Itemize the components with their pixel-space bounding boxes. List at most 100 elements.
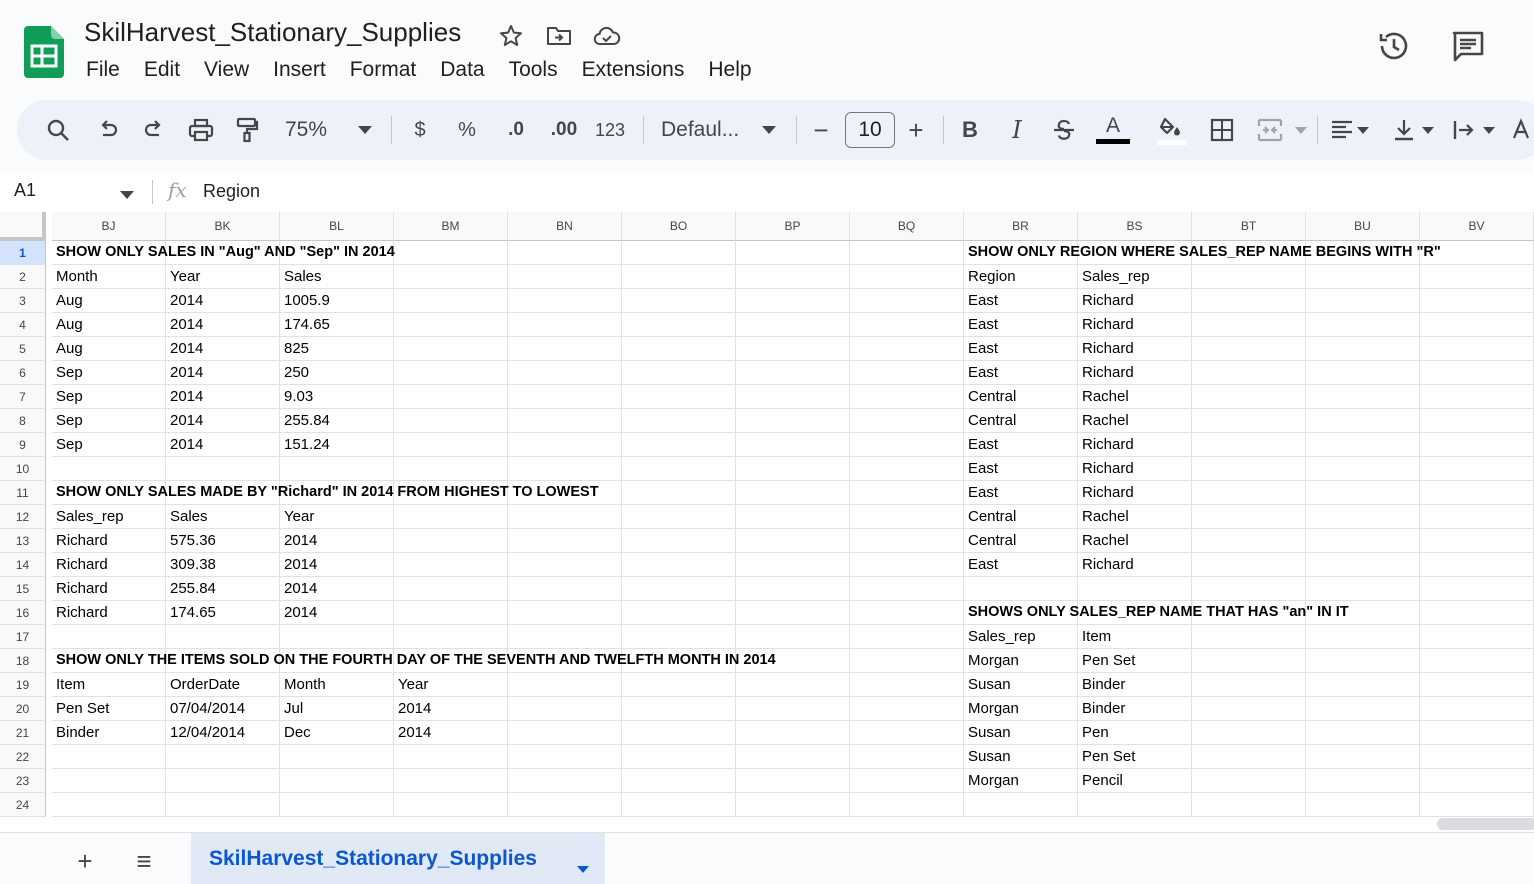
row-header-5[interactable]: 5	[0, 337, 46, 361]
row-header-7[interactable]: 7	[0, 385, 46, 409]
column-header-bs[interactable]: BS	[1078, 212, 1192, 241]
cell-bv2[interactable]	[1420, 265, 1534, 289]
cell-bt7[interactable]	[1192, 385, 1306, 409]
cell-bv3[interactable]	[1420, 289, 1534, 313]
cell-bv15[interactable]	[1420, 577, 1534, 601]
cell-bq17[interactable]	[850, 625, 964, 649]
cell-bv18[interactable]	[1420, 649, 1534, 673]
version-history-icon[interactable]	[1376, 28, 1412, 64]
cell-bu15[interactable]	[1306, 577, 1420, 601]
row-header-22[interactable]: 22	[0, 745, 46, 769]
cell-br3[interactable]: East	[964, 289, 1078, 313]
column-header-br[interactable]: BR	[964, 212, 1078, 241]
cell-bt8[interactable]	[1192, 409, 1306, 433]
cell-bt2[interactable]	[1192, 265, 1306, 289]
cell-bv11[interactable]	[1420, 481, 1534, 505]
cell-br24[interactable]	[964, 793, 1078, 817]
cell-bj6[interactable]: Sep	[52, 361, 166, 385]
menu-tools[interactable]: Tools	[497, 56, 570, 84]
cell-bo3[interactable]	[622, 289, 736, 313]
cell-bp14[interactable]	[736, 553, 850, 577]
cell-bk24[interactable]	[166, 793, 280, 817]
cell-bk20[interactable]: 07/04/2014	[166, 697, 280, 721]
cell-bl5[interactable]: 825	[280, 337, 394, 361]
cell-bq3[interactable]	[850, 289, 964, 313]
cell-bv22[interactable]	[1420, 745, 1534, 769]
cell-br13[interactable]: Central	[964, 529, 1078, 553]
cell-bt3[interactable]	[1192, 289, 1306, 313]
cell-bo17[interactable]	[622, 625, 736, 649]
cell-bq8[interactable]	[850, 409, 964, 433]
cell-bs5[interactable]: Richard	[1078, 337, 1192, 361]
cell-bn14[interactable]	[508, 553, 622, 577]
cloud-saved-icon[interactable]	[593, 22, 621, 50]
text-rotation-icon[interactable]	[1511, 112, 1531, 148]
cell-bo20[interactable]	[622, 697, 736, 721]
cell-bn17[interactable]	[508, 625, 622, 649]
cell-bl19[interactable]: Month	[280, 673, 394, 697]
percent-format-button[interactable]: %	[454, 112, 480, 148]
cell-bu5[interactable]	[1306, 337, 1420, 361]
cell-bs22[interactable]: Pen Set	[1078, 745, 1192, 769]
cell-bl3[interactable]: 1005.9	[280, 289, 394, 313]
cell-bm7[interactable]	[394, 385, 508, 409]
column-header-bj[interactable]: BJ	[52, 212, 166, 241]
cell-bk4[interactable]: 2014	[166, 313, 280, 337]
cell-bv13[interactable]	[1420, 529, 1534, 553]
cell-bo8[interactable]	[622, 409, 736, 433]
cell-bo19[interactable]	[622, 673, 736, 697]
cell-bp4[interactable]	[736, 313, 850, 337]
cell-bs10[interactable]: Richard	[1078, 457, 1192, 481]
cell-br18[interactable]: Morgan	[964, 649, 1078, 673]
cell-bk13[interactable]: 575.36	[166, 529, 280, 553]
cell-bt15[interactable]	[1192, 577, 1306, 601]
cell-area[interactable]: SHOW ONLY SALES IN "Aug" AND "Sep" IN 20…	[52, 241, 1534, 817]
cell-bv16[interactable]	[1420, 601, 1534, 625]
cell-bp24[interactable]	[736, 793, 850, 817]
row-header-15[interactable]: 15	[0, 577, 46, 601]
cell-bo15[interactable]	[622, 577, 736, 601]
cell-bp6[interactable]	[736, 361, 850, 385]
cell-bk15[interactable]: 255.84	[166, 577, 280, 601]
cell-bn12[interactable]	[508, 505, 622, 529]
cell-bj22[interactable]	[52, 745, 166, 769]
cell-bq11[interactable]	[850, 481, 964, 505]
cell-bv9[interactable]	[1420, 433, 1534, 457]
cell-bl12[interactable]: Year	[280, 505, 394, 529]
cell-bn22[interactable]	[508, 745, 622, 769]
cell-bq21[interactable]	[850, 721, 964, 745]
font-dropdown-icon[interactable]	[759, 112, 779, 148]
cell-br20[interactable]: Morgan	[964, 697, 1078, 721]
cell-bq18[interactable]	[850, 649, 964, 673]
print-icon[interactable]	[184, 112, 218, 148]
wrap-dropdown-icon[interactable]	[1481, 112, 1497, 148]
cell-bt9[interactable]	[1192, 433, 1306, 457]
cell-bv10[interactable]	[1420, 457, 1534, 481]
cell-bu24[interactable]	[1306, 793, 1420, 817]
cell-bu10[interactable]	[1306, 457, 1420, 481]
cell-bv19[interactable]	[1420, 673, 1534, 697]
cell-bu11[interactable]	[1306, 481, 1420, 505]
name-box[interactable]: A1	[14, 180, 36, 201]
cell-bu21[interactable]	[1306, 721, 1420, 745]
cell-bu8[interactable]	[1306, 409, 1420, 433]
cell-bp7[interactable]	[736, 385, 850, 409]
cell-bl8[interactable]: 255.84	[280, 409, 394, 433]
cell-bp17[interactable]	[736, 625, 850, 649]
cell-bs17[interactable]: Item	[1078, 625, 1192, 649]
cell-bk9[interactable]: 2014	[166, 433, 280, 457]
cell-bo14[interactable]	[622, 553, 736, 577]
cell-bt17[interactable]	[1192, 625, 1306, 649]
cell-bm9[interactable]	[394, 433, 508, 457]
cell-bv23[interactable]	[1420, 769, 1534, 793]
cell-bj17[interactable]	[52, 625, 166, 649]
cell-bn5[interactable]	[508, 337, 622, 361]
cell-bl24[interactable]	[280, 793, 394, 817]
cell-bm24[interactable]	[394, 793, 508, 817]
cell-bp9[interactable]	[736, 433, 850, 457]
row-header-23[interactable]: 23	[0, 769, 46, 793]
column-header-bv[interactable]: BV	[1420, 212, 1534, 241]
column-header-bu[interactable]: BU	[1306, 212, 1420, 241]
cell-bk5[interactable]: 2014	[166, 337, 280, 361]
font-size-input[interactable]: 10	[845, 112, 895, 148]
